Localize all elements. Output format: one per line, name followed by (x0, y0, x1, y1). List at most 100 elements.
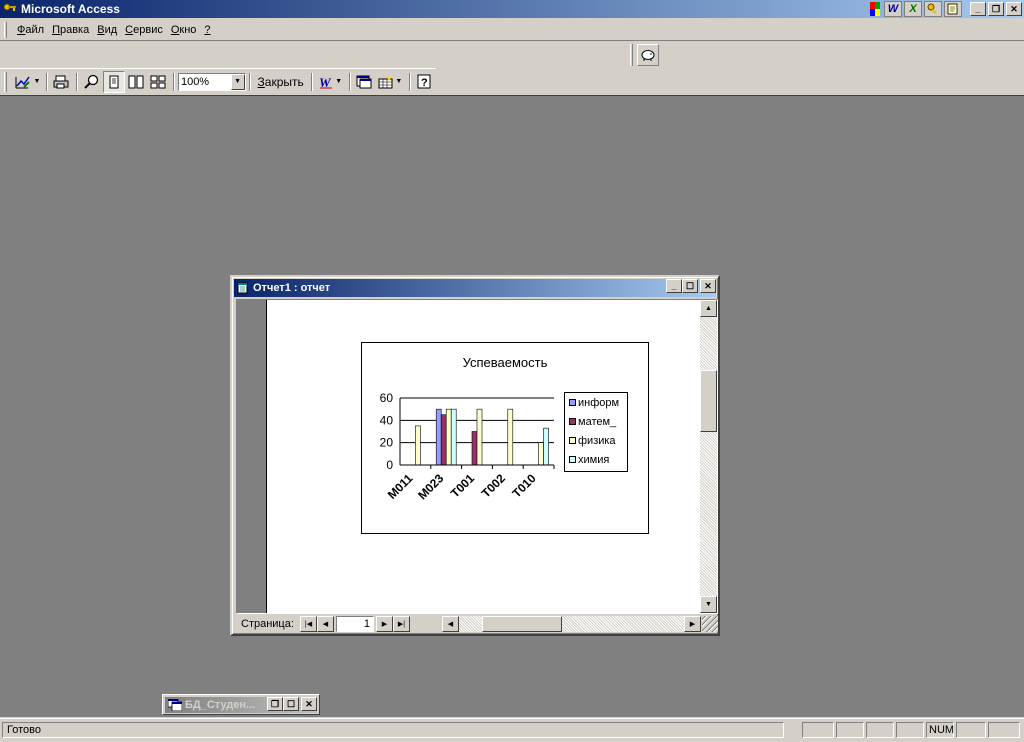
report-maximize-button[interactable]: ☐ (682, 279, 698, 293)
mini-toolbar-grip[interactable] (630, 44, 633, 66)
report-preview-area: Успеваемость 0 20 40 60 М011 М023 Т001 Т002 Т010… (236, 299, 718, 614)
menu-window[interactable]: Окно (167, 22, 201, 38)
report-window-titlebar[interactable]: Отчет1 : отчет (234, 279, 716, 297)
legend-item: матем_ (565, 412, 627, 431)
excel-icon[interactable]: X (904, 1, 922, 17)
chart-bar (476, 408, 483, 466)
scroll-down-icon[interactable]: ▼ (700, 596, 717, 613)
legend-label: физика (578, 434, 616, 447)
app-close-button[interactable]: ✕ (1006, 2, 1022, 16)
scroll-up-icon[interactable]: ▲ (700, 300, 717, 317)
scroll-left-icon[interactable]: ◀ (442, 616, 459, 632)
menu-file-label: айл (25, 23, 45, 36)
min-restore-button[interactable]: ❐ (267, 697, 283, 711)
two-pages-icon[interactable] (126, 71, 147, 93)
horizontal-scrollbar[interactable]: ◀ ▶ (442, 616, 701, 632)
vertical-scroll-thumb[interactable] (700, 370, 717, 432)
report-window: Отчет1 : отчет _ ☐ ✕ Успеваемость 0 20 40 6… (230, 275, 720, 636)
page-label: Страница: (241, 618, 294, 630)
legend-swatch (569, 437, 576, 444)
separator (408, 72, 411, 91)
help-icon[interactable]: ? (414, 71, 435, 93)
chart-bar (435, 408, 442, 466)
app-titlebar: Microsoft Access W X _ ❐ ✕ (0, 0, 1024, 18)
word-icon[interactable]: W (884, 1, 902, 17)
one-page-icon[interactable] (103, 70, 125, 93)
legend-label: матем_ (578, 415, 617, 428)
print-icon[interactable] (51, 71, 72, 93)
separator (310, 72, 313, 91)
report-window-controls: _ ☐ ✕ (666, 279, 716, 293)
last-page-icon[interactable]: ▶| (393, 616, 410, 632)
chart-bar (471, 431, 478, 466)
min-close-button[interactable]: ✕ (301, 697, 317, 711)
access-icon[interactable] (924, 1, 942, 17)
vertical-scrollbar[interactable]: ▲ ▼ (700, 300, 717, 613)
status-cell-7 (988, 722, 1020, 738)
menubar-grip[interactable] (4, 21, 7, 38)
legend-item: физика (565, 431, 627, 450)
status-cell-1 (802, 722, 834, 738)
zoom-icon[interactable] (81, 71, 102, 93)
legend-swatch (569, 456, 576, 463)
legend-swatch (569, 399, 576, 406)
horizontal-scroll-thumb[interactable] (482, 616, 562, 632)
separator (172, 72, 175, 91)
notes-icon[interactable] (944, 1, 962, 17)
report-close-button[interactable]: ✕ (700, 279, 716, 293)
chart-frame[interactable]: Успеваемость 0 20 40 60 М011 М023 Т001 Т002 Т010… (361, 342, 649, 534)
menu-tools-accel: С (125, 23, 134, 36)
minimized-window-title: БД_Студен... (185, 699, 256, 711)
y-tick-label: 0 (386, 458, 393, 472)
first-page-icon[interactable]: |◀ (300, 616, 317, 632)
y-tick-label: 20 (380, 436, 394, 450)
chart-bar (450, 408, 457, 466)
svg-text:?: ? (421, 77, 428, 89)
menu-help[interactable]: ? (200, 22, 214, 38)
legend-item: информ (565, 393, 627, 412)
office-links-icon[interactable]: W ▼ (316, 71, 345, 93)
menu-edit[interactable]: Правка (48, 22, 93, 38)
status-cell-2 (836, 722, 864, 738)
record-navigation: Страница: |◀ ◀ 1 ▶ ▶| ◀ ▶ (236, 615, 718, 633)
access-key-icon[interactable] (3, 2, 17, 16)
new-object-icon[interactable]: ▼ (376, 71, 405, 93)
zoom-combo[interactable]: 100% ▼ (177, 72, 246, 91)
page-number-input[interactable]: 1 (336, 616, 374, 632)
chevron-down-icon[interactable]: ▼ (230, 73, 245, 90)
x-tick-label: М023 (415, 471, 446, 502)
status-cell-3 (866, 722, 894, 738)
separator (76, 72, 79, 91)
piggy-bank-icon[interactable] (637, 44, 659, 66)
database-window-icon[interactable] (354, 71, 375, 93)
scroll-right-icon[interactable]: ▶ (684, 616, 701, 632)
report-icon (237, 282, 249, 294)
chart-bar (445, 408, 452, 466)
minimized-database-window[interactable]: БД_Студен... ❐ ☐ ✕ (162, 694, 320, 715)
menu-help-accel: ? (204, 23, 211, 36)
office-shortcut-icon[interactable] (868, 1, 882, 17)
pp-toolbar-grip[interactable] (4, 71, 7, 92)
menu-tools-label: ервис (133, 23, 163, 36)
title-right-area: W X _ ❐ ✕ (868, 1, 1022, 17)
menu-edit-accel: П (52, 23, 60, 36)
app-restore-button[interactable]: ❐ (988, 2, 1004, 16)
menu-file[interactable]: Файл (13, 22, 48, 38)
next-page-icon[interactable]: ▶ (376, 616, 393, 632)
prev-page-icon[interactable]: ◀ (317, 616, 334, 632)
close-label: акрыть (264, 74, 304, 89)
menu-tools[interactable]: Сервис (121, 22, 167, 38)
close-preview-button[interactable]: Закрыть (254, 72, 308, 92)
menu-view[interactable]: Вид (93, 22, 121, 38)
legend-swatch (569, 418, 576, 425)
resize-grip[interactable] (702, 616, 718, 632)
app-minimize-button[interactable]: _ (970, 2, 986, 16)
multiple-pages-icon[interactable] (148, 71, 169, 93)
menubar: Файл Правка Вид Сервис Окно ? (0, 19, 1024, 41)
legend-label: химия (578, 453, 610, 466)
page-margin-gutter (237, 300, 267, 613)
view-design-icon[interactable]: ▼ (13, 71, 42, 93)
min-maximize-button[interactable]: ☐ (283, 697, 299, 711)
app-title: Microsoft Access (21, 2, 120, 16)
report-minimize-button[interactable]: _ (666, 279, 682, 293)
